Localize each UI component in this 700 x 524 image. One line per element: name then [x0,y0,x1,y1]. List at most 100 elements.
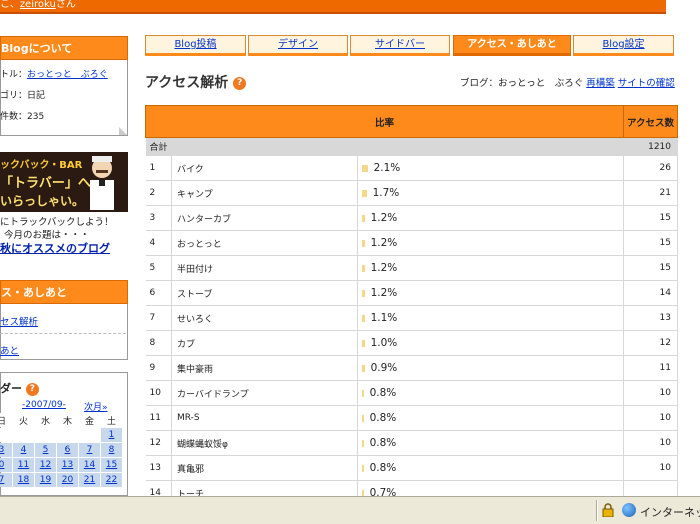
calendar-day-link[interactable]: 6 [65,445,71,455]
calendar-day[interactable]: 19 [35,473,56,487]
ratio-bar [361,289,365,297]
keyword-cell: 蝴蝶蝿蚁馁φ [171,430,358,456]
tab-blog-post[interactable]: Blog投稿 [145,35,246,56]
calendar-day-link[interactable]: 7 [87,445,93,455]
username-link[interactable]: zeiroku [20,0,56,10]
calendar-day[interactable]: 0 [0,458,12,472]
footprint-link[interactable]: あと [0,346,19,357]
tab-sidebar[interactable]: サイドバー [350,35,450,56]
calendar-day[interactable]: 5 [35,443,56,457]
help-icon[interactable]: ? [25,382,39,396]
calendar-day-link[interactable]: 12 [40,460,51,470]
calendar-day[interactable]: 22 [101,473,122,487]
blog-title-link[interactable]: おっとっと ぶろぐ [27,70,108,80]
calendar-day-link[interactable]: 5 [43,445,49,455]
keyword-cell: 半田付け [171,255,358,281]
rebuild-link[interactable]: 再構築 [586,78,615,89]
rank-cell: 9 [145,355,172,381]
calendar-day-link[interactable]: 0 [0,460,4,470]
calendar-day[interactable]: 7 [0,473,12,487]
access-panel [0,304,128,360]
total-count: 1210 [623,137,678,156]
rank-cell: 11 [145,405,172,431]
table-row: 6 ストーブ 1.2% 14 [145,280,678,306]
count-cell: 10 [623,455,678,481]
security-zone-label: インターネット [640,506,700,519]
greeting-prefix: こ、 [0,0,20,10]
tab-design[interactable]: デザイン [248,35,348,56]
calendar-day [0,428,12,442]
calendar-day-link[interactable]: 15 [106,460,117,470]
calendar-day-link[interactable]: 8 [109,445,115,455]
calendar-day[interactable]: 6 [57,443,78,457]
weekday: 日 [0,413,12,427]
calendar-day[interactable]: 13 [57,458,78,472]
info-label: ゴリ： [0,91,28,101]
calendar-day [79,428,100,442]
help-icon[interactable]: ? [233,76,247,90]
table-row: 4 おっとっと 1.2% 15 [145,230,678,256]
calendar-day[interactable]: 4 [13,443,34,457]
calendar-week: 1 [0,428,122,442]
page-title-text: アクセス解析 [145,75,229,91]
calendar-day[interactable]: 18 [13,473,34,487]
keyword-cell: カブ [171,330,358,356]
site-check-link[interactable]: サイトの確認 [618,78,675,89]
ratio-bar [361,389,364,397]
calendar-day-link[interactable]: 21 [84,475,95,485]
calendar-day[interactable]: 11 [13,458,34,472]
calendar-day-link[interactable]: 18 [18,475,29,485]
ratio-bar [361,164,368,172]
calendar-day-link[interactable]: 19 [40,475,51,485]
calendar-title: ダー ? [0,380,39,396]
total-row: 合計 1210 [145,137,678,156]
calendar-day-link[interactable]: 22 [106,475,117,485]
calendar-day-link[interactable]: 11 [18,460,29,470]
ratio-text: 1.0% [370,337,398,349]
rank-cell: 4 [145,230,172,256]
count-cell: 13 [623,305,678,331]
calendar-day[interactable]: 1 [101,428,122,442]
table-row: 8 カブ 1.0% 12 [145,330,678,356]
rank-cell: 5 [145,255,172,281]
calendar-day-link[interactable]: 7 [0,475,4,485]
corner-fold [119,127,127,135]
ratio-cell: 1.2% [357,230,625,256]
calendar-day [13,428,34,442]
calendar-day-link[interactable]: 3 [0,445,4,455]
tab-access[interactable]: アクセス・あしあと [453,35,571,56]
calendar-day[interactable]: 21 [79,473,100,487]
count-cell: 15 [623,230,678,256]
calendar-day[interactable]: 14 [79,458,100,472]
calendar-day-link[interactable]: 13 [62,460,73,470]
calendar-day[interactable]: 12 [35,458,56,472]
count-cell: 12 [623,330,678,356]
ratio-bar [361,189,367,197]
count-cell: 26 [623,155,678,181]
browser-status-bar: インターネット [0,496,700,524]
calendar-day[interactable]: 20 [57,473,78,487]
rank-cell: 12 [145,430,172,456]
calendar-day[interactable]: 3 [0,443,12,457]
table-row: 9 集中豪雨 0.9% 11 [145,355,678,381]
tab-blog-settings[interactable]: Blog設定 [573,35,674,56]
access-analysis-link[interactable]: セス解析 [0,317,38,328]
calendar-day-link[interactable]: 20 [62,475,73,485]
keyword-cell: キャンプ [171,180,358,206]
calendar-prev-link[interactable]: -2007/09- [22,400,66,410]
ratio-cell: 1.7% [357,180,625,206]
table-row: 10 カーバイドランプ 0.8% 10 [145,380,678,406]
calendar-day [35,428,56,442]
calendar-day[interactable]: 7 [79,443,100,457]
calendar-day-link[interactable]: 4 [21,445,27,455]
calendar-day[interactable]: 15 [101,458,122,472]
trackback-bar-banner[interactable]: ックバック・BAR 「トラバー」へ いらっしゃい。 [0,152,128,212]
ratio-bar [361,439,364,447]
calendar-day-link[interactable]: 1 [109,430,115,440]
count-cell: 10 [623,380,678,406]
calendar-day-link[interactable]: 14 [84,460,95,470]
table-body: 合計 1210 1 バイク 2.1% 26 2 キャンプ 1.7% 21 3 ハンターカブ 1.2%… [145,137,678,506]
calendar-day[interactable]: 8 [101,443,122,457]
promo-text1: にトラックバックしよう！ [0,217,114,228]
promo-theme-link[interactable]: 秋にオススメのブログ [0,242,110,255]
